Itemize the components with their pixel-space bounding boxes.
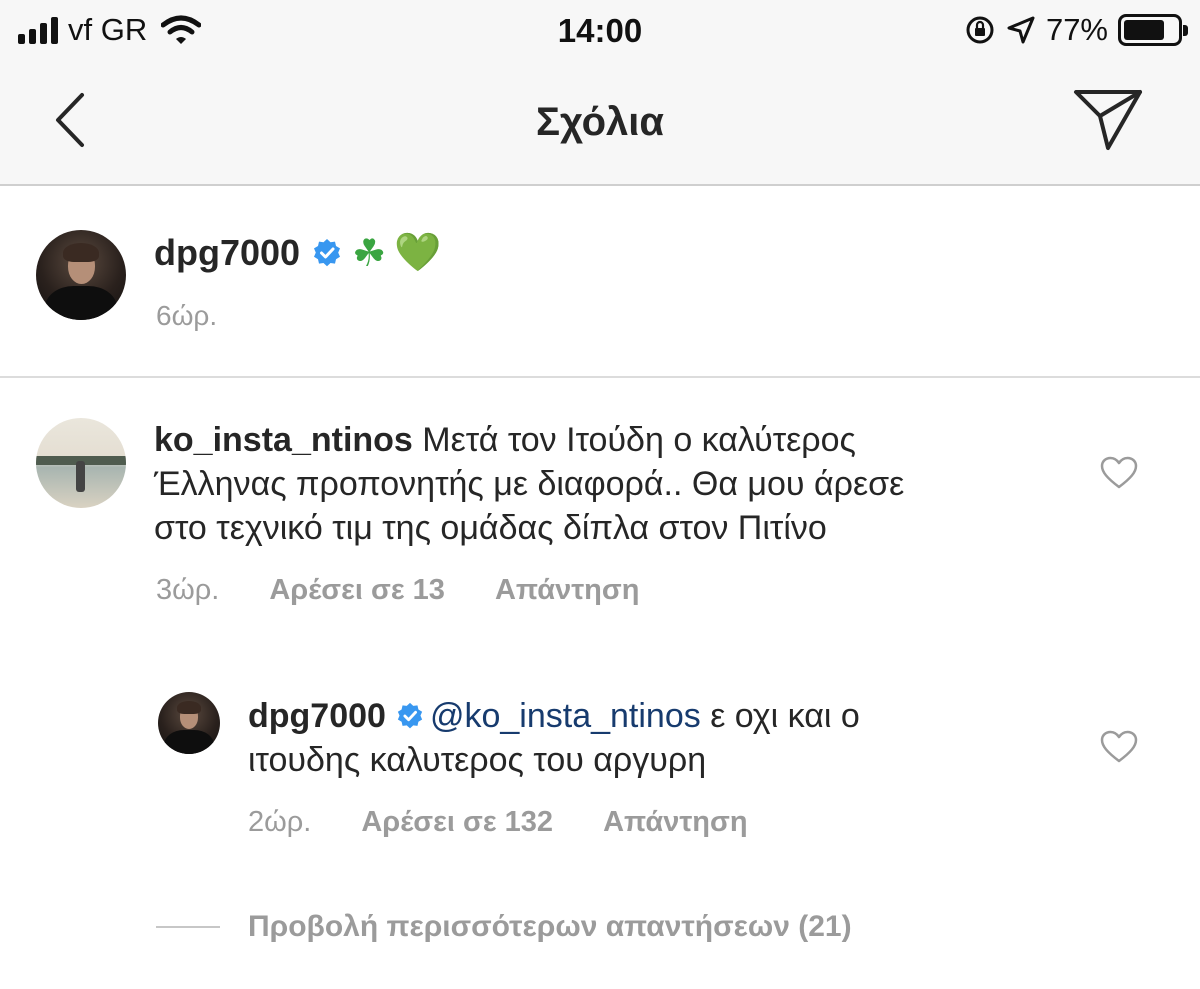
orientation-lock-icon <box>966 16 994 44</box>
avatar[interactable] <box>158 692 220 754</box>
verified-badge-icon <box>314 238 341 266</box>
comment: ko_insta_ntinos Μετά τον Ιτούδη ο καλύτε… <box>0 378 1200 628</box>
reply-username[interactable]: dpg7000 <box>248 697 386 735</box>
reply-line-2: ιτουδης καλυτερος του αργυρη <box>248 741 707 779</box>
page-title: Σχόλια <box>536 100 664 144</box>
status-bar: vf GR 14:00 77% <box>0 0 1200 62</box>
reply-button[interactable]: Απάντηση <box>495 574 640 607</box>
caption-line: dpg7000 ☘ 💚 <box>154 230 449 275</box>
comment-line-1: Μετά τον Ιτούδη ο καλύτερος <box>422 421 856 459</box>
caption-time: 6ώρ. <box>156 300 218 331</box>
comment-likes[interactable]: Αρέσει σε 13 <box>269 574 445 607</box>
avatar[interactable] <box>36 418 126 508</box>
verified-badge-icon <box>397 702 423 729</box>
comment-username[interactable]: ko_insta_ntinos <box>154 421 413 459</box>
comment-time: 3ώρ. <box>156 574 220 606</box>
battery-percent: 77% <box>1045 12 1108 47</box>
green-heart-emoji-icon: 💚 <box>394 230 442 274</box>
battery-fill <box>1124 20 1165 40</box>
caption-username[interactable]: dpg7000 <box>154 232 300 274</box>
comment-line-2: Έλληνας προπονητής με διαφορά.. Θα μου ά… <box>154 465 905 503</box>
view-more-replies-label[interactable]: Προβολή περισσότερων απαντήσεων (21) <box>248 910 852 944</box>
reply-likes[interactable]: Αρέσει σε 132 <box>361 806 553 839</box>
nav-bar: Σχόλια <box>0 62 1200 186</box>
reply-text: dpg7000 @ko_insta_ntinos ε οχι και ο ιτο… <box>248 694 1068 782</box>
post-caption: dpg7000 ☘ 💚 6ώρ. <box>0 186 1200 378</box>
heart-icon[interactable] <box>1100 730 1138 764</box>
reply-line-1: ε οχι και ο <box>700 697 860 735</box>
battery-icon <box>1118 14 1188 46</box>
heart-icon[interactable] <box>1100 456 1138 490</box>
location-icon <box>1007 16 1035 44</box>
view-more-replies-button[interactable]: Προβολή περισσότερων απαντήσεων (21) <box>156 910 852 944</box>
comment-text: ko_insta_ntinos Μετά τον Ιτούδη ο καλύτε… <box>154 418 1074 550</box>
mention-link[interactable]: @ko_insta_ntinos <box>430 697 701 735</box>
paper-plane-icon[interactable] <box>1072 86 1144 152</box>
clover-emoji-icon: ☘ <box>352 230 387 275</box>
divider <box>156 926 220 928</box>
reply-meta: 2ώρ. Αρέσει σε 132 Απάντηση <box>248 806 748 839</box>
reply-comment: dpg7000 @ko_insta_ntinos ε οχι και ο ιτο… <box>0 690 1200 850</box>
reply-button[interactable]: Απάντηση <box>603 806 748 839</box>
avatar[interactable] <box>36 230 126 320</box>
status-right: 77% <box>964 12 1188 48</box>
comment-meta: 3ώρ. Αρέσει σε 13 Απάντηση <box>156 574 639 607</box>
reply-time: 2ώρ. <box>248 806 312 838</box>
comment-line-3: στο τεχνικό τιμ της ομάδας δίπλα στον Πι… <box>154 509 827 547</box>
